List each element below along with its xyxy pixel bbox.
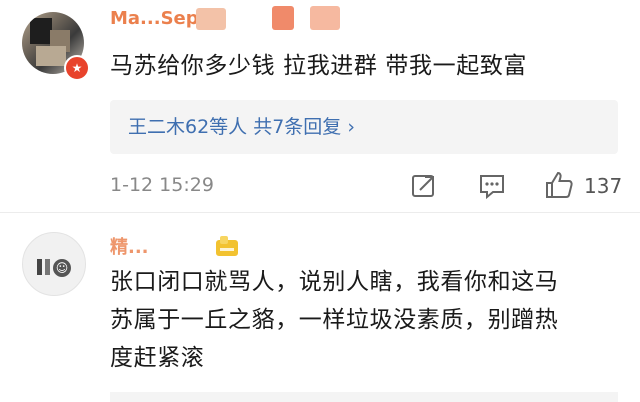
smiley-icon: ☺ — [53, 259, 71, 277]
replies-summary-partial[interactable] — [110, 392, 618, 402]
name-censor-patch — [272, 6, 294, 30]
comment-text-line: 苏属于一丘之貉，一样垃圾没素质，别蹭热 — [110, 307, 559, 333]
comment-text-line: 张口闭口就骂人，说别人瞎，我看你和这马 — [110, 269, 559, 295]
comment-item: ★ Ma...Sepp 马苏给你多少钱 拉我进群 带我一起致富 王二木62等人 … — [0, 0, 640, 212]
name-censor-patch — [196, 8, 226, 30]
name-censor-patch — [310, 6, 340, 30]
comment-text-line: 度赶紧滚 — [110, 345, 205, 371]
user-avatar[interactable]: ☺ — [22, 232, 86, 296]
comment-text: 马苏给你多少钱 拉我进群 带我一起致富 — [110, 53, 528, 79]
share-icon[interactable] — [410, 172, 438, 200]
like-icon[interactable] — [544, 170, 574, 200]
emoji-sticker-icon — [214, 234, 240, 260]
comment-icon[interactable] — [478, 172, 506, 200]
like-count: 137 — [584, 174, 623, 198]
verified-badge-icon: ★ — [64, 55, 90, 81]
replies-link[interactable]: 王二木62等人 共7条回复 › — [128, 112, 355, 139]
replies-summary[interactable]: 王二木62等人 共7条回复 › — [110, 100, 618, 154]
username[interactable]: 精... — [110, 233, 149, 259]
timestamp: 1-12 15:29 — [110, 174, 214, 196]
